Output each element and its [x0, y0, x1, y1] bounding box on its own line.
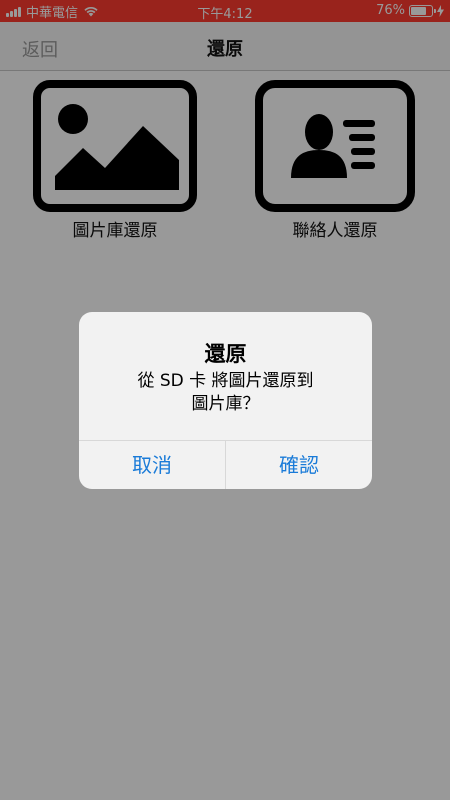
- alert-message-line: 從 SD 卡 將圖片還原到: [137, 371, 314, 391]
- alert-title: 還原: [204, 342, 247, 366]
- alert-message: 從 SD 卡 將圖片還原到 圖片庫？: [99, 370, 352, 416]
- confirm-button[interactable]: 確認: [226, 441, 372, 489]
- alert-message-line: 圖片庫？: [191, 394, 260, 414]
- restore-alert-dialog: 還原 從 SD 卡 將圖片還原到 圖片庫？ 取消 確認: [79, 312, 372, 489]
- cancel-button[interactable]: 取消: [79, 441, 225, 489]
